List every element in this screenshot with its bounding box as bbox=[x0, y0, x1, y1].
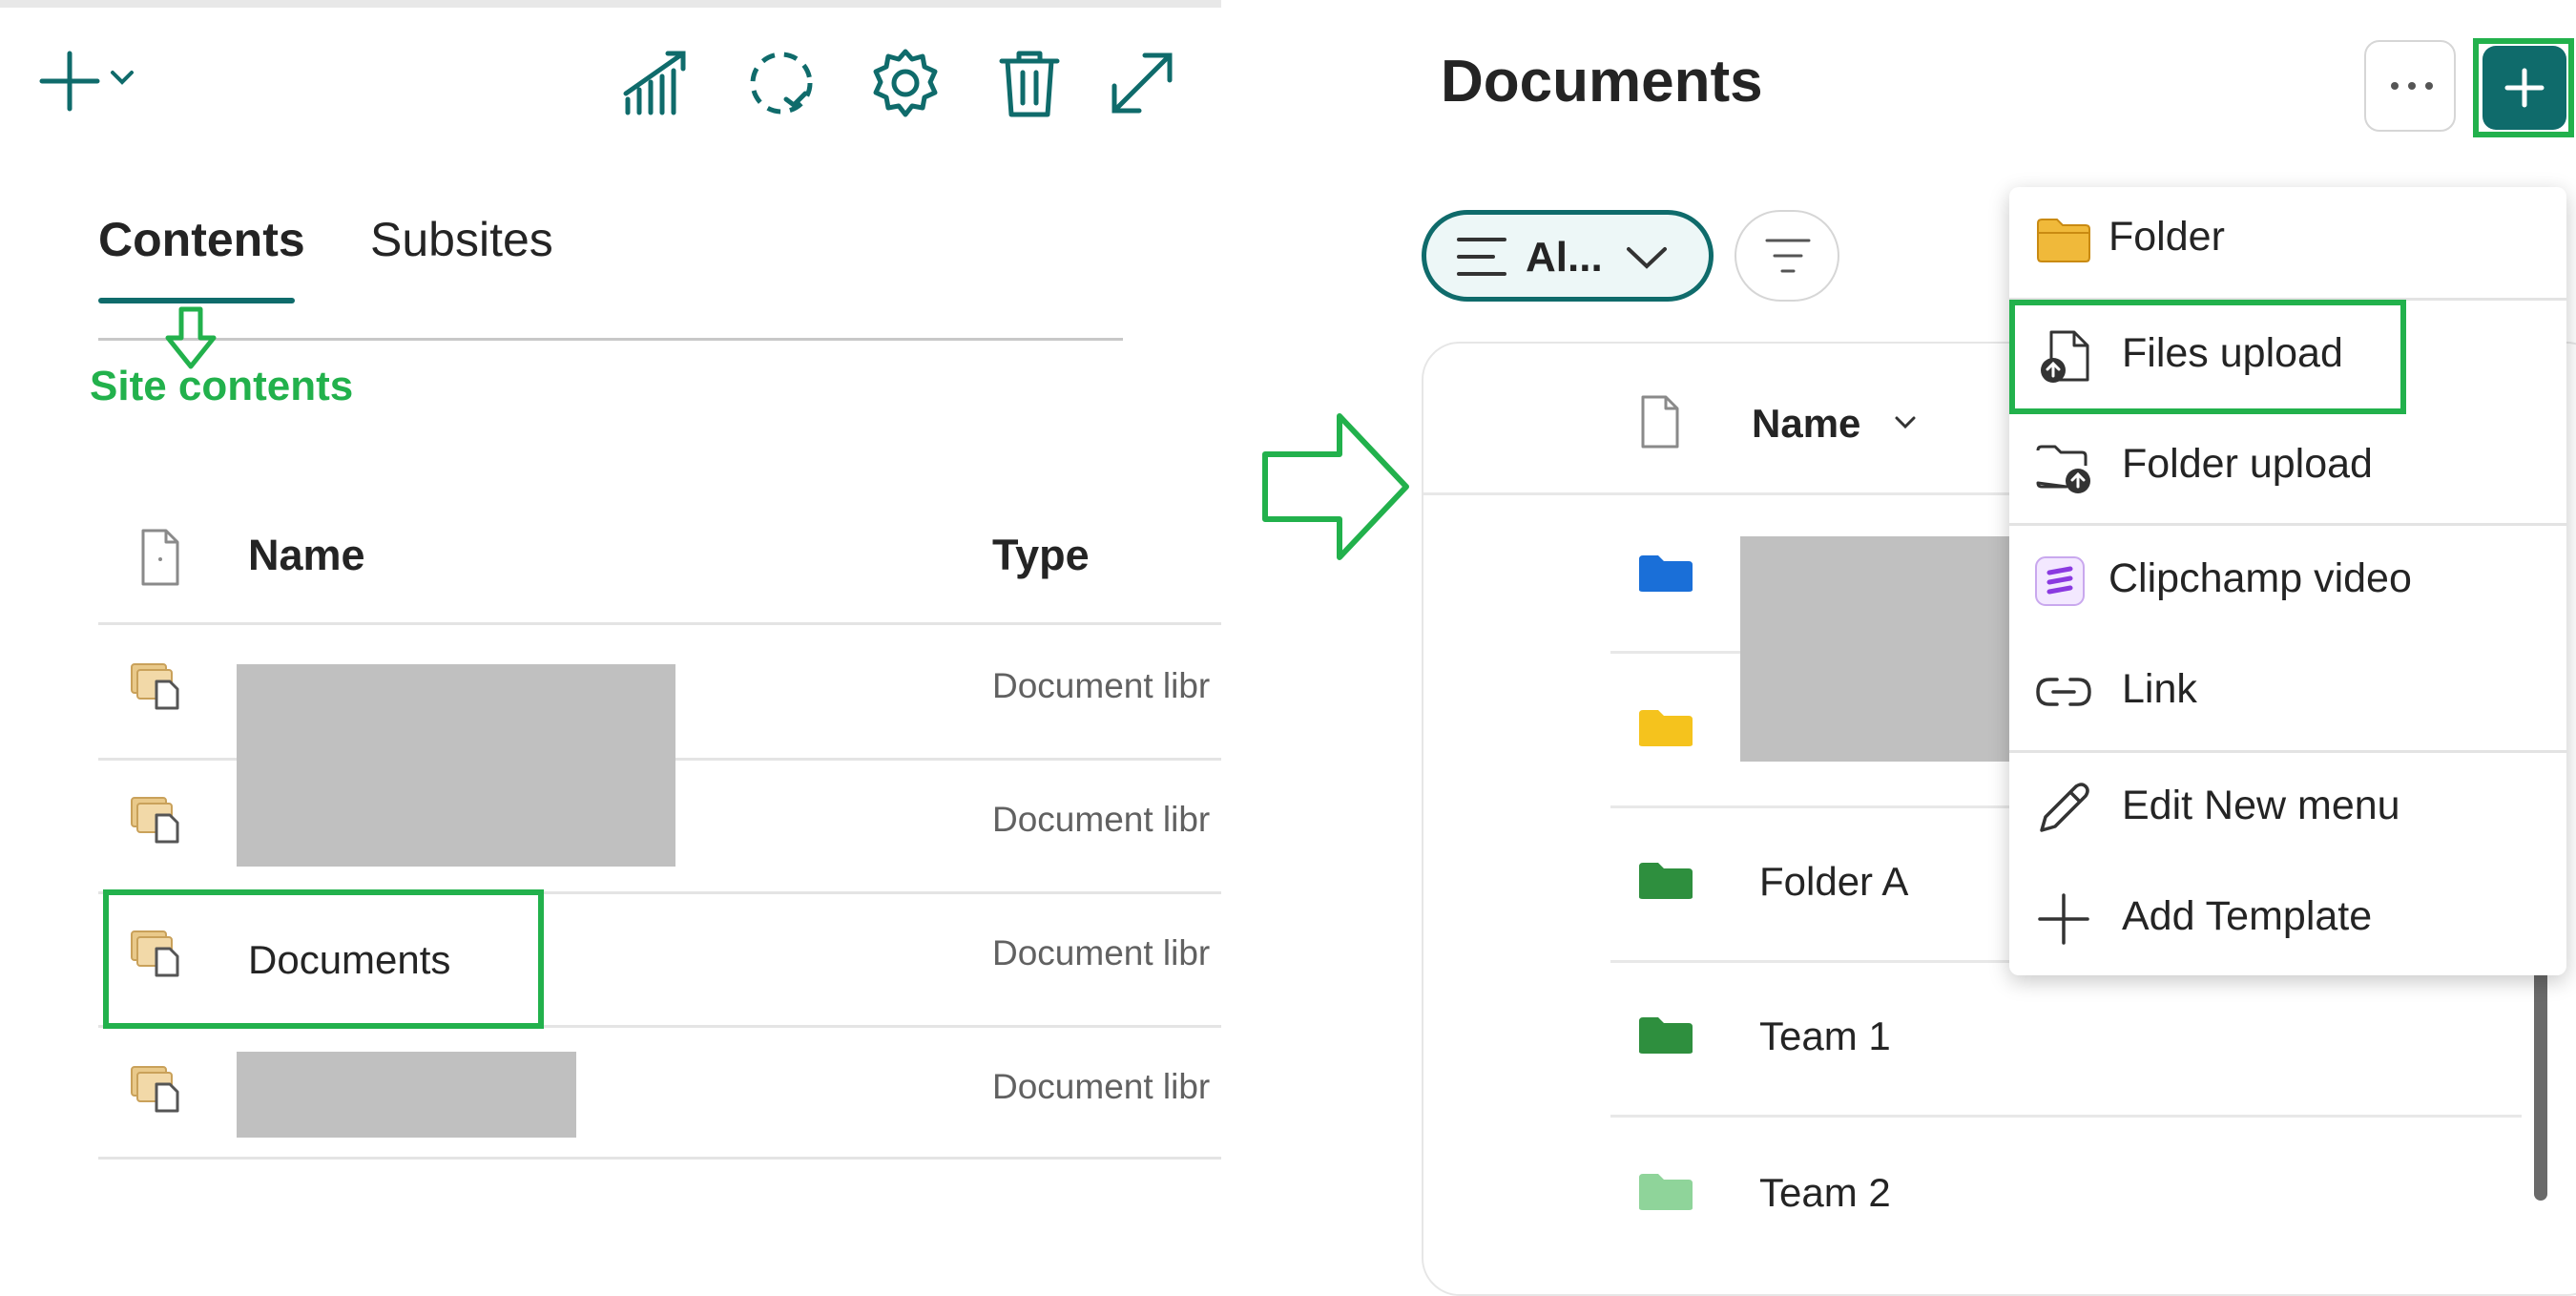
add-icon[interactable] bbox=[29, 40, 111, 122]
folder-icon bbox=[1639, 1017, 1693, 1054]
menu-item-folder[interactable]: Folder bbox=[2009, 187, 2566, 292]
settings-icon[interactable] bbox=[864, 42, 946, 124]
analytics-icon[interactable] bbox=[616, 42, 698, 124]
filter-icon bbox=[1765, 239, 1811, 273]
view-selector-label: Al... bbox=[1526, 234, 1603, 281]
library-icon bbox=[131, 797, 179, 844]
menu-item-link[interactable]: Link bbox=[2009, 639, 2566, 744]
folder-name[interactable]: Team 2 bbox=[1759, 1170, 1891, 1216]
chevron-down-icon bbox=[1627, 247, 1667, 269]
menu-item-folder-upload[interactable]: Folder upload bbox=[2009, 414, 2566, 519]
tab-divider bbox=[98, 338, 1123, 341]
redacted-name bbox=[237, 1052, 576, 1138]
menu-divider bbox=[2009, 750, 2566, 753]
filter-button[interactable] bbox=[1735, 210, 1839, 302]
type-cell: Document libr bbox=[992, 1067, 1211, 1106]
folder-icon bbox=[1639, 1174, 1693, 1210]
folder-icon bbox=[1639, 863, 1693, 899]
redacted-name bbox=[1740, 536, 2017, 762]
folder-icon bbox=[1639, 710, 1693, 746]
highlight-new-button bbox=[2473, 38, 2574, 137]
annotation-label: Site contents bbox=[90, 363, 354, 409]
more-icon bbox=[2391, 82, 2433, 90]
tab-subsites[interactable]: Subsites bbox=[370, 212, 553, 267]
menu-item-label: Clipchamp video bbox=[2109, 555, 2412, 601]
file-type-header-icon bbox=[141, 529, 179, 586]
menu-item-clipchamp-video[interactable]: Clipchamp video bbox=[2009, 529, 2566, 634]
recycle-icon[interactable] bbox=[740, 42, 822, 124]
type-cell: Document libr bbox=[992, 666, 1211, 705]
folder-upload-icon bbox=[2036, 445, 2090, 493]
menu-item-label: Edit New menu bbox=[2122, 783, 2400, 828]
column-header-name[interactable]: Name bbox=[248, 531, 365, 580]
top-divider bbox=[0, 0, 1221, 8]
folder-name[interactable]: Folder A bbox=[1759, 859, 1908, 905]
delete-icon[interactable] bbox=[988, 42, 1070, 124]
folder-icon bbox=[1639, 555, 1693, 592]
menu-item-edit-new-menu[interactable]: Edit New menu bbox=[2009, 756, 2566, 861]
file-type-header-icon bbox=[1641, 395, 1679, 449]
row-divider bbox=[1610, 1115, 2522, 1118]
clipchamp-icon bbox=[2035, 556, 2085, 606]
menu-item-label: Folder upload bbox=[2122, 441, 2373, 487]
type-cell: Document libr bbox=[992, 933, 1211, 972]
list-view-icon bbox=[1457, 238, 1506, 276]
library-icon bbox=[131, 663, 179, 710]
view-selector[interactable]: Al... bbox=[1422, 210, 1714, 302]
highlight-files-upload bbox=[2009, 300, 2406, 414]
column-header-type[interactable]: Type bbox=[992, 531, 1090, 580]
menu-item-label: Folder bbox=[2109, 214, 2225, 260]
row-divider bbox=[98, 622, 1221, 625]
expand-icon[interactable] bbox=[1101, 42, 1183, 124]
chevron-down-icon[interactable] bbox=[1891, 408, 1920, 437]
link-icon bbox=[2036, 678, 2091, 706]
type-cell: Document libr bbox=[992, 800, 1211, 839]
chevron-down-icon[interactable] bbox=[103, 55, 141, 103]
library-icon bbox=[131, 1066, 179, 1113]
menu-divider bbox=[2009, 523, 2566, 526]
redacted-name bbox=[237, 664, 675, 867]
highlight-documents bbox=[103, 889, 544, 1029]
menu-item-label: Add Template bbox=[2122, 893, 2373, 939]
folder-name[interactable]: Team 1 bbox=[1759, 1014, 1891, 1059]
column-header-name[interactable]: Name bbox=[1752, 401, 1860, 447]
more-options-button[interactable] bbox=[2364, 40, 2456, 132]
plus-icon bbox=[2038, 893, 2089, 945]
menu-item-add-template[interactable]: Add Template bbox=[2009, 867, 2566, 972]
page-title: Documents bbox=[1441, 49, 1763, 115]
folder-icon bbox=[2037, 219, 2090, 262]
row-divider bbox=[98, 1157, 1221, 1160]
pencil-icon bbox=[2040, 783, 2089, 832]
tab-contents[interactable]: Contents bbox=[98, 212, 305, 267]
navigation-arrow-icon bbox=[1262, 413, 1409, 560]
scrollbar[interactable] bbox=[2534, 954, 2547, 1201]
menu-item-label: Link bbox=[2122, 666, 2197, 712]
